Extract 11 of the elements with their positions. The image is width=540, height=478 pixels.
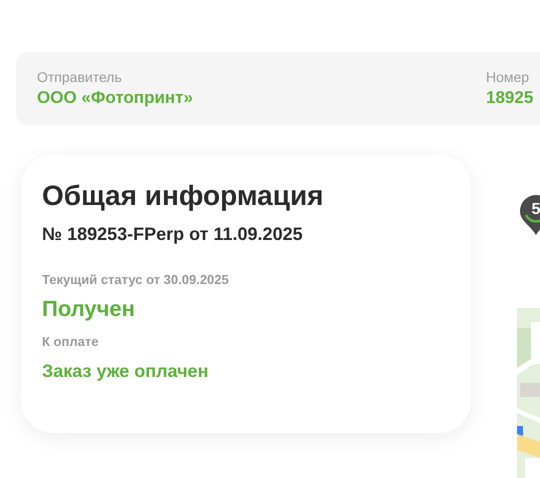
payment-label: К оплате — [42, 333, 98, 351]
payment-value: Заказ уже оплачен — [42, 360, 208, 383]
status-label: Текущий статус от 30.09.2025 — [42, 271, 229, 289]
field-value: 18925 — [486, 87, 534, 109]
field-value: ООО «Фотопринт» — [37, 87, 194, 109]
map-pin[interactable]: 5 — [518, 195, 540, 235]
field-label: Номер — [486, 68, 530, 86]
status-value: Получен — [42, 295, 135, 323]
card-title: Общая информация — [42, 179, 324, 213]
field-label: Отправитель — [37, 68, 123, 86]
order-number: № 189253-FPerp от 11.09.2025 — [42, 223, 303, 246]
